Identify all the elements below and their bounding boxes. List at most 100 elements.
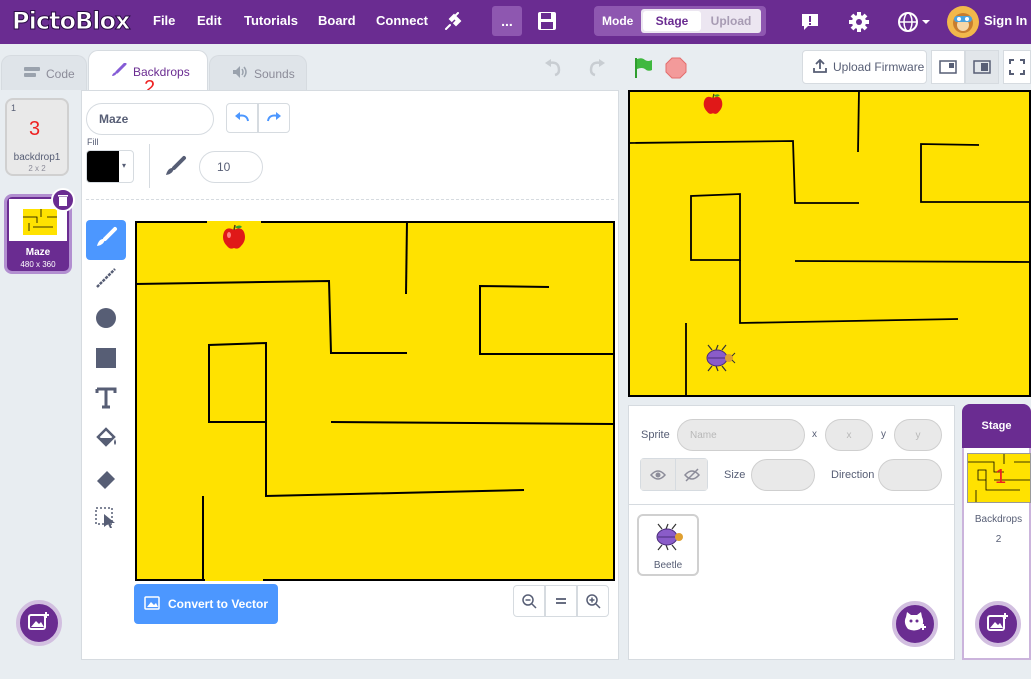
tutorials-menu[interactable]: Tutorials xyxy=(244,13,298,28)
mode-toggle: Stage Upload xyxy=(641,9,761,33)
paintbrush-tool-icon xyxy=(94,226,118,255)
sprite-info-panel: Sprite Name x x y y Size Direction xyxy=(628,405,955,505)
direction-label: Direction xyxy=(831,469,875,481)
pictoblox-logo[interactable]: PictoBlox xyxy=(12,7,131,36)
upload-icon xyxy=(813,58,827,76)
backdrop-index-1: 1 xyxy=(11,103,17,113)
select-tool[interactable] xyxy=(86,500,126,540)
mode-switch: Mode Stage Upload xyxy=(594,6,766,36)
select-arrow-icon xyxy=(95,506,117,534)
backdrop-name-2: Maze xyxy=(25,247,51,258)
brush-size-input[interactable]: 10 xyxy=(199,151,263,183)
sprite-tile-beetle[interactable]: Beetle xyxy=(637,514,699,576)
zoom-reset-icon[interactable] xyxy=(545,585,577,617)
zoom-in-icon[interactable] xyxy=(577,585,609,617)
sprite-label: Sprite xyxy=(641,429,670,441)
choose-stage-backdrop-button[interactable] xyxy=(975,601,1021,647)
text-tool[interactable] xyxy=(86,380,126,420)
backdrop-size-2: 480 x 360 xyxy=(20,260,56,269)
pictoblox-app: PictoBlox File Edit Tutorials Board Conn… xyxy=(0,0,1031,679)
global-undo-icon[interactable] xyxy=(541,56,565,80)
hide-eye-icon[interactable] xyxy=(675,459,707,490)
maze-drawing xyxy=(135,221,614,581)
convert-to-vector-button[interactable]: Convert to Vector xyxy=(134,584,278,624)
delete-backdrop-icon[interactable] xyxy=(51,188,75,212)
stage-backdrops-count: 2 xyxy=(995,534,1002,545)
fill-color-picker[interactable]: ▾ xyxy=(86,150,134,183)
backdrop-size-1: 2 x 2 xyxy=(28,164,46,173)
circle-tool[interactable] xyxy=(86,300,126,340)
stop-sign-icon[interactable] xyxy=(663,55,689,81)
connect-menu[interactable]: Connect xyxy=(376,13,428,28)
file-menu[interactable]: File xyxy=(153,13,175,28)
save-icon[interactable] xyxy=(535,9,559,33)
stage-apple-sprite[interactable] xyxy=(702,92,726,116)
feedback-icon[interactable] xyxy=(798,10,822,34)
brush-tool[interactable] xyxy=(86,220,126,260)
backdrop-index-2: 2 xyxy=(10,199,16,209)
editor-redo-icon[interactable] xyxy=(258,103,290,133)
beetle-thumbnail xyxy=(652,522,686,552)
paintbrush-icon xyxy=(111,62,127,80)
tab-code[interactable]: Code xyxy=(1,55,87,91)
rectangle-icon xyxy=(95,347,117,374)
stage-mode-button[interactable]: Stage xyxy=(643,11,701,31)
upload-firmware-button[interactable]: Upload Firmware xyxy=(802,50,927,84)
fullscreen-icon[interactable] xyxy=(1003,50,1031,84)
stage-beetle-sprite[interactable] xyxy=(702,344,736,372)
line-icon xyxy=(95,267,117,294)
user-avatar[interactable] xyxy=(947,6,979,38)
plug-connect-icon[interactable] xyxy=(441,10,465,34)
eraser-tool[interactable] xyxy=(86,460,126,500)
board-menu[interactable]: Board xyxy=(318,13,356,28)
zoom-out-icon[interactable] xyxy=(513,585,545,617)
normal-stage-layout-icon[interactable] xyxy=(965,50,999,84)
tab-code-label: Code xyxy=(46,66,75,81)
toolbar-divider xyxy=(149,144,150,188)
text-icon xyxy=(95,387,117,414)
visibility-toggle xyxy=(640,458,708,491)
paint-canvas[interactable] xyxy=(135,221,615,581)
global-redo-icon[interactable] xyxy=(585,56,609,80)
line-tool[interactable] xyxy=(86,260,126,300)
stage-selector-title: Stage xyxy=(962,404,1031,448)
convert-to-vector-label: Convert to Vector xyxy=(168,597,269,611)
choose-backdrop-button[interactable] xyxy=(16,600,62,646)
language-globe-icon[interactable] xyxy=(896,9,932,35)
y-label: y xyxy=(881,429,886,440)
x-input[interactable]: x xyxy=(825,419,873,451)
chevron-down-icon: ▾ xyxy=(122,161,127,170)
costume-name-input[interactable]: Maze xyxy=(86,103,214,135)
small-stage-layout-icon[interactable] xyxy=(931,50,965,84)
mode-label: Mode xyxy=(602,14,634,28)
upload-mode-button[interactable]: Upload xyxy=(703,11,759,31)
editor-undo-icon[interactable] xyxy=(226,103,258,133)
gear-icon[interactable] xyxy=(846,9,872,35)
show-eye-icon[interactable] xyxy=(641,459,675,490)
add-image-icon xyxy=(28,611,50,636)
sprite-name-input[interactable]: Name xyxy=(677,419,805,451)
annotation-1: 1 xyxy=(995,466,1007,488)
sign-in-link[interactable]: Sign In xyxy=(984,13,1027,28)
direction-input[interactable] xyxy=(878,459,942,491)
circle-icon xyxy=(95,307,117,334)
add-backdrop-image-icon xyxy=(987,612,1009,637)
fill-tool[interactable] xyxy=(86,420,126,460)
stage-preview[interactable] xyxy=(628,90,1031,397)
sprite-name-beetle: Beetle xyxy=(653,560,683,571)
apple-target-sprite xyxy=(221,223,249,251)
size-label: Size xyxy=(724,469,746,481)
more-menu-button[interactable]: ... xyxy=(492,6,522,36)
paint-bucket-icon xyxy=(94,426,118,454)
edit-menu[interactable]: Edit xyxy=(197,13,222,28)
choose-sprite-button[interactable] xyxy=(892,601,938,647)
backdrop-name-1: backdrop1 xyxy=(13,152,61,163)
tab-sounds[interactable]: Sounds xyxy=(209,55,307,91)
y-input[interactable]: y xyxy=(894,419,942,451)
green-flag-icon[interactable] xyxy=(630,55,656,81)
fill-label: Fill xyxy=(87,137,99,147)
fill-color-swatch xyxy=(87,151,119,182)
rectangle-tool[interactable] xyxy=(86,340,126,380)
size-input[interactable] xyxy=(751,459,815,491)
speaker-icon xyxy=(232,65,248,82)
